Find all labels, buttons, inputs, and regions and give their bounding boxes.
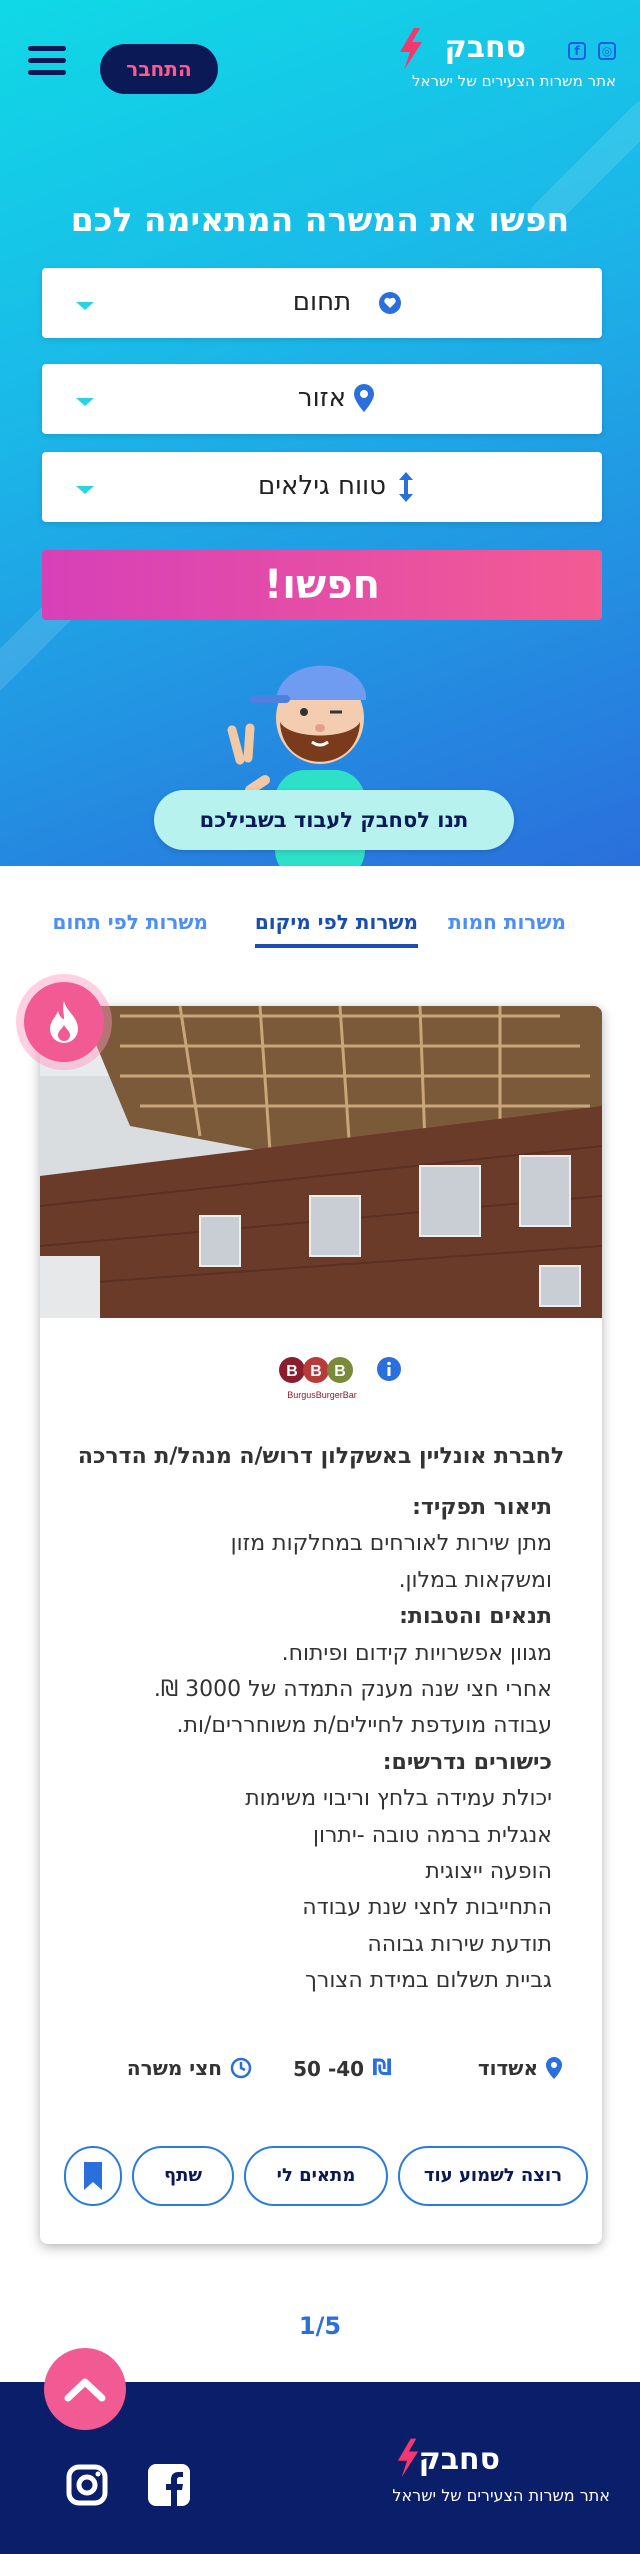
- job-location-text: אשדוד: [477, 2056, 538, 2080]
- description-heading: תנאים והטבות:: [399, 1604, 552, 1630]
- age-range-select-label: טווח גילאים: [257, 471, 387, 501]
- field-select[interactable]: תחום: [42, 268, 602, 338]
- svg-text:B: B: [310, 1363, 322, 1380]
- tab-jobs-by-location[interactable]: משרות לפי מיקום: [254, 910, 418, 948]
- description-line: תודעת שירות גבוהה: [367, 1931, 552, 1957]
- job-salary: ₪ 40- 50: [293, 2056, 392, 2081]
- header: התחבר f ◎ סחבק אתר משרות הצעירים של ישרא…: [0, 0, 640, 130]
- flame-icon: [50, 1001, 78, 1043]
- description-line: מגוון אפשרויות קידום ופיתוח.: [281, 1640, 552, 1666]
- suits-me-button[interactable]: מתאים לי: [244, 2146, 388, 2206]
- svg-text:B: B: [286, 1363, 298, 1380]
- description-line: גביית תשלום במידת הצורך: [305, 1968, 552, 1994]
- description-line: יכולת עמידה בלחץ וריבוי משימות: [245, 1786, 552, 1812]
- description-heading: כישורים נדרשים:: [382, 1749, 552, 1775]
- area-select-label: אזור: [297, 383, 347, 413]
- job-title: לחברת אונליין באשקלון דרוש/ה מנהל/ת הדרכ…: [77, 1444, 565, 1469]
- facebook-icon[interactable]: f: [568, 42, 586, 60]
- description-line: הופעה ייצוגית: [425, 1859, 552, 1885]
- search-button[interactable]: חפשו!: [42, 550, 602, 620]
- clock-icon: [230, 2057, 252, 2079]
- hero-title: חפשו את המשרה המתאימה לכם: [70, 200, 570, 239]
- let-us-work-for-you-button[interactable]: תנו לסחבק לעבוד בשבילכם: [154, 790, 514, 850]
- instagram-icon[interactable]: [66, 2464, 108, 2506]
- description-line: אנגלית ברמה טובה -יתרון: [313, 1822, 552, 1848]
- job-location: אשדוד: [478, 2056, 562, 2080]
- shekel-icon: ₪: [372, 2056, 392, 2081]
- hamburger-menu-icon[interactable]: [28, 46, 66, 78]
- chevron-down-icon: [76, 398, 94, 406]
- footer-tagline: אתר משרות הצעירים של ישראל: [392, 2486, 610, 2505]
- instagram-icon[interactable]: ◎: [598, 42, 616, 60]
- description-line: אחרי חצי שנה מענק התמדה של 3000 ₪.: [153, 1677, 552, 1703]
- svg-text:B: B: [334, 1363, 346, 1380]
- job-tabs: משרות חמות משרות לפי מיקום משרות לפי תחו…: [0, 900, 640, 960]
- job-type: חצי משרה: [127, 2056, 252, 2080]
- lightning-bolt-icon: [400, 28, 422, 70]
- vertical-arrows-icon: [399, 472, 413, 502]
- bookmark-icon: [84, 2162, 102, 2190]
- job-card: B B B BurgusBurgerBar לחברת אונליין באשק…: [40, 1006, 602, 2244]
- company-logo-text: BurgusBurgerBar: [287, 1390, 357, 1400]
- job-actions: רוצה לשמוע עוד מתאים לי שתף: [40, 2146, 602, 2208]
- want-to-hear-more-button[interactable]: רוצה לשמוע עוד: [398, 2146, 588, 2206]
- login-button[interactable]: התחבר: [100, 44, 218, 94]
- brand-name: סחבק: [444, 30, 526, 65]
- chevron-up-icon: [64, 2378, 106, 2402]
- job-meta: אשדוד ₪ 40- 50 חצי משרה: [40, 2056, 602, 2096]
- chevron-down-icon: [76, 486, 94, 494]
- company-logo[interactable]: B B B BurgusBurgerBar: [278, 1352, 366, 1404]
- lightning-bolt-icon: [397, 2438, 419, 2478]
- area-select[interactable]: אזור: [42, 364, 602, 434]
- description-line: מתן שירות לאורחים במחלקות מזון: [230, 1531, 552, 1557]
- age-range-select[interactable]: טווח גילאים: [42, 452, 602, 522]
- description-line: ומשקאות במלון.: [398, 1567, 552, 1593]
- scroll-to-top-button[interactable]: [44, 2348, 126, 2430]
- hot-job-badge: [24, 982, 104, 1062]
- site-logo[interactable]: f ◎ סחבק אתר משרות הצעירים של ישראל: [376, 28, 616, 98]
- share-button[interactable]: שתף: [132, 2146, 234, 2206]
- tab-jobs-by-field[interactable]: משרות לפי תחום: [53, 910, 208, 934]
- brand-tagline: אתר משרות הצעירים של ישראל: [411, 72, 616, 90]
- job-description: תיאור תפקיד: מתן שירות לאורחים במחלקות מז…: [72, 1490, 552, 2000]
- description-line: התחייבות לחצי שנת עבודה: [302, 1895, 552, 1921]
- tab-hot-jobs[interactable]: משרות חמות: [448, 910, 566, 934]
- social-links: f ◎: [568, 42, 616, 60]
- bookmark-button[interactable]: [64, 2146, 122, 2206]
- description-heading: תיאור תפקיד:: [412, 1495, 552, 1520]
- location-pin-icon: [354, 384, 374, 412]
- job-salary-text: 40- 50: [293, 2056, 365, 2081]
- location-pin-icon: [546, 2057, 562, 2079]
- info-icon[interactable]: [376, 1356, 402, 1382]
- hero-section: התחבר f ◎ סחבק אתר משרות הצעירים של ישרא…: [0, 0, 640, 866]
- heart-shield-icon: [379, 292, 401, 314]
- job-photo: [40, 1006, 602, 1318]
- chevron-down-icon: [76, 302, 94, 310]
- description-line: עבודה מועדפת לחיילים/ת משוחררים/ות.: [176, 1713, 552, 1739]
- pagination: 1/5: [298, 2312, 342, 2340]
- field-select-label: תחום: [292, 287, 352, 317]
- job-type-text: חצי משרה: [126, 2056, 222, 2080]
- footer-brand: סחבק: [418, 2442, 500, 2477]
- facebook-icon[interactable]: [148, 2464, 190, 2506]
